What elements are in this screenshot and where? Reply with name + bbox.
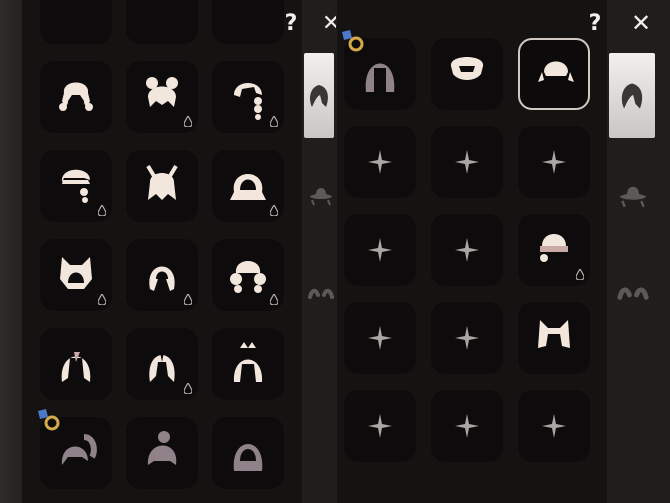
item-slot-horned-hair[interactable] [126,150,198,222]
hair-tab-icon [621,83,643,108]
sparkle-icon [368,150,392,174]
long-hair-icon [365,63,395,92]
dye-drop-icon [270,294,278,305]
empty-slot[interactable] [344,214,416,286]
lion-mask-icon [450,57,484,80]
hood-hair-icon [230,174,266,200]
bob-pigtail-hair-icon [538,61,574,82]
sparkle-icon [368,326,392,350]
curly-pigtail-hair-icon [230,261,266,293]
close-icon: ✕ [630,9,652,37]
hair-tab-icon [310,84,328,107]
beanie-braid-hair-icon [540,234,568,262]
item-slot-hair-partial[interactable] [40,0,112,44]
item-slot-crown-hair[interactable] [212,328,284,400]
item-slot-curly-pigtail-hair[interactable] [212,239,284,311]
item-slot-twin-bun-hair[interactable] [126,61,198,133]
help-icon: ? [588,10,602,36]
dye-drop-icon [270,205,278,216]
empty-slot[interactable] [431,126,503,198]
hair-partial-icon [140,0,184,32]
item-slot-lion-mask[interactable] [431,38,503,110]
item-slot-hair-partial[interactable] [126,0,198,44]
cat-ear-hair-icon [538,320,570,348]
empty-slot[interactable] [518,390,590,462]
item-slot-bob-braids-hair[interactable] [40,150,112,222]
hair-partial-icon [54,0,98,32]
hair-partial-icon [226,0,270,32]
sparkle-icon [455,326,479,350]
sparkle-icon [368,238,392,262]
dye-drop-icon [98,294,106,305]
dye-drop-icon [270,116,278,127]
empty-slot[interactable] [344,126,416,198]
sparkle-icon [542,414,566,438]
dye-drop-icon [184,116,192,127]
empty-slot[interactable] [344,302,416,374]
close-button-partial[interactable]: ✕ [322,10,336,36]
hat-tab-icon [310,188,332,206]
item-slot-bun-hair[interactable] [126,417,198,489]
sparkle-icon [455,238,479,262]
item-slot-ponytail-hair[interactable] [38,409,112,489]
item-slot-cat-ear-hair[interactable] [518,302,590,374]
ponytail-hair-icon [61,434,97,465]
dye-drop-icon [184,383,192,394]
close-button[interactable]: ✕ [628,9,654,37]
long-hood-hair-icon [149,266,175,291]
item-slot-long-hair[interactable] [342,30,416,110]
cat-ear-hood-icon [60,257,92,289]
background-left-edge [0,0,22,503]
sidebar-tab-hat[interactable] [306,180,336,210]
close-icon: ✕ [322,10,336,36]
accessory-tab-icon [617,287,649,300]
hat-tab-icon [620,186,646,208]
item-slot-beanie-braid-hair[interactable] [518,214,590,286]
dye-drop-icon [576,269,584,280]
new-item-badge-icon [38,409,60,431]
item-slot-hair-partial[interactable] [212,0,284,44]
hooded-cloak-hair-icon [233,444,263,471]
sidebar-tab-hair[interactable] [304,53,334,138]
long-parted-hair-icon [61,352,91,382]
item-slot-long-parted-hair[interactable] [40,328,112,400]
twin-bun-hair-icon [146,77,178,107]
empty-slot[interactable] [431,390,503,462]
sparkle-icon [368,414,392,438]
empty-slot[interactable] [431,302,503,374]
empty-slot[interactable] [344,390,416,462]
item-slot-side-braid-hair[interactable] [212,61,284,133]
sidebar-tab-hat-right[interactable] [614,178,652,212]
empty-slot[interactable] [431,214,503,286]
bob-braids-hair-icon [61,169,90,203]
pigtail-hair-icon [59,82,93,111]
crown-hair-icon [233,342,263,382]
side-braid-hair-icon [234,83,262,120]
sidebar-tab-accessory[interactable] [306,280,336,310]
dye-drop-icon [98,205,106,216]
item-slot-cat-ear-hood[interactable] [40,239,112,311]
new-item-badge-icon [342,30,364,52]
item-slot-bob-pigtail-hair[interactable] [518,38,590,110]
sparkle-icon [455,150,479,174]
item-slot-hood-hair[interactable] [212,150,284,222]
item-slot-veil-hair[interactable] [126,328,198,400]
horned-hair-icon [146,164,178,200]
dye-drop-icon [184,294,192,305]
sparkle-icon [542,150,566,174]
help-icon: ? [284,10,298,36]
item-slot-hooded-cloak-hair[interactable] [212,417,284,489]
accessory-tab-icon [308,288,334,299]
item-slot-long-hood-hair[interactable] [126,239,198,311]
sparkle-icon [455,414,479,438]
bun-hair-icon [147,431,177,465]
empty-slot[interactable] [518,126,590,198]
veil-hair-icon [149,352,175,382]
sidebar-tab-hair-right[interactable] [609,53,655,138]
sidebar-tab-accessory-right[interactable] [614,278,652,312]
help-button-right[interactable]: ? [582,10,608,36]
item-slot-pigtail-hair[interactable] [40,61,112,133]
